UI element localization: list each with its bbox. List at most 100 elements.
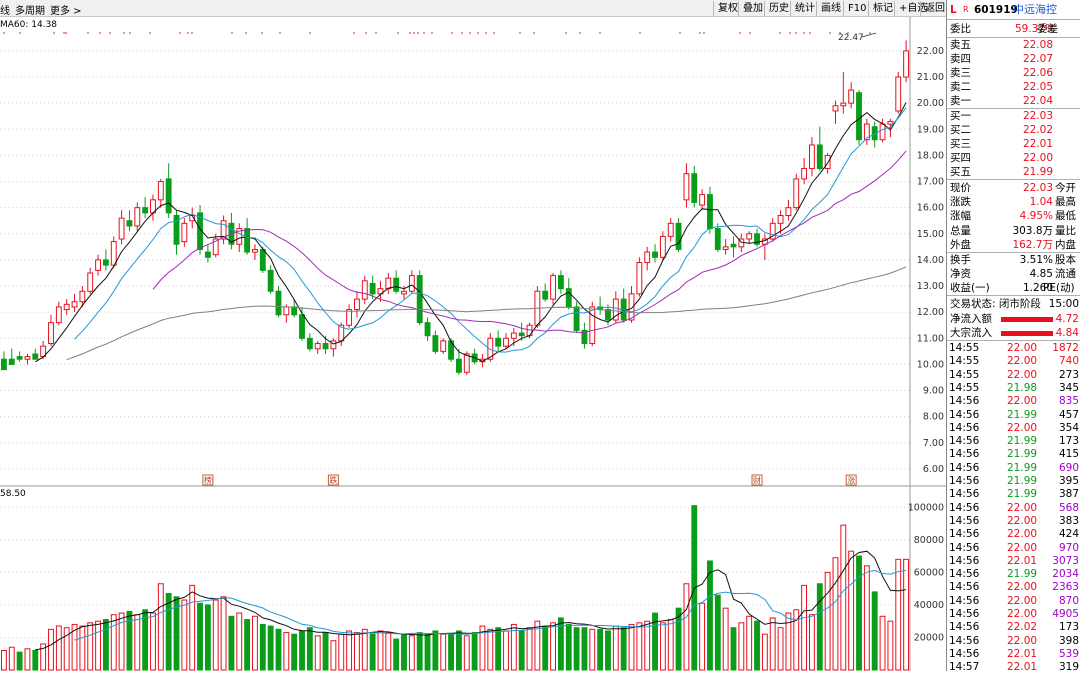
stock-name[interactable]: 中远海控 bbox=[1013, 3, 1057, 17]
volume-bar bbox=[322, 632, 329, 671]
volume-bar bbox=[401, 633, 407, 671]
volume-bar bbox=[644, 620, 651, 671]
candle-body bbox=[165, 178, 172, 214]
history-button[interactable]: 历史 bbox=[764, 1, 793, 16]
candle-body bbox=[259, 248, 266, 271]
volume-bar bbox=[314, 635, 321, 671]
tab-kline[interactable]: 线 bbox=[0, 2, 10, 17]
overlay-button[interactable]: 叠加 bbox=[738, 1, 767, 16]
event-dot bbox=[413, 32, 415, 34]
event-dot bbox=[679, 32, 681, 34]
tab-multi-period[interactable]: 多周期 bbox=[15, 2, 45, 17]
tick-row: 14:55 22.00 1872 bbox=[949, 342, 1079, 354]
volume-bar bbox=[463, 635, 470, 671]
volume-bar bbox=[134, 614, 141, 671]
event-dot bbox=[409, 32, 411, 34]
candle-body bbox=[848, 89, 855, 104]
ma60-label: MA60: 14.38 bbox=[0, 20, 58, 30]
candle-body bbox=[816, 144, 823, 169]
candle-body bbox=[879, 123, 886, 141]
volume-bar bbox=[330, 640, 337, 671]
volume-bar bbox=[816, 583, 823, 671]
candle-body bbox=[32, 353, 39, 360]
price-tick-label: 7.00 bbox=[923, 438, 944, 449]
price-tick-label: 18.00 bbox=[917, 150, 944, 161]
panel-title: L R 601919 中远海控 bbox=[947, 3, 1080, 17]
volume-bar bbox=[48, 628, 54, 671]
candle-body bbox=[644, 251, 651, 264]
flow-row: 净流入额 4.72 bbox=[950, 313, 1079, 325]
candle-body bbox=[785, 207, 792, 217]
volume-bar bbox=[197, 602, 203, 671]
event-marker-label: 财 bbox=[753, 475, 761, 485]
candle-body bbox=[306, 337, 313, 350]
volume-bar bbox=[754, 620, 760, 671]
ask-row: 卖一 22.04 bbox=[950, 95, 1053, 107]
tick-row: 14:56 22.01 3073 bbox=[949, 554, 1079, 567]
candle-body bbox=[809, 144, 815, 169]
volume-bar bbox=[181, 599, 188, 671]
candle-body bbox=[48, 322, 54, 345]
price-tick-label: 10.00 bbox=[917, 359, 944, 370]
tab-more[interactable]: 更多 > bbox=[50, 2, 82, 17]
volume-bar bbox=[581, 627, 588, 671]
volume-bar bbox=[550, 622, 556, 671]
event-markers: 榜跌财涨 bbox=[202, 474, 857, 486]
volume-bar bbox=[291, 633, 298, 671]
candle-body bbox=[667, 222, 674, 237]
volume-bar bbox=[385, 632, 392, 671]
f10-button[interactable]: F10 bbox=[843, 1, 870, 16]
candle-body bbox=[369, 282, 376, 295]
ask-row: 卖四 22.07 bbox=[950, 53, 1053, 65]
trade-status: 交易状态: 闭市阶段 15:00 bbox=[950, 298, 1079, 310]
volume-bar bbox=[299, 630, 305, 671]
volume-bar bbox=[150, 612, 156, 671]
volume-bar bbox=[777, 627, 784, 671]
candle-body bbox=[126, 220, 133, 227]
volume-bar bbox=[565, 623, 572, 671]
event-dot bbox=[599, 32, 601, 34]
volume-bar bbox=[236, 612, 243, 671]
candle-body bbox=[707, 194, 713, 230]
candle-body bbox=[903, 50, 910, 78]
volume-bar bbox=[856, 555, 862, 671]
candle-body bbox=[565, 288, 572, 308]
stat-row: 外盘 162.7万 内盘 bbox=[950, 238, 1076, 251]
candle-body bbox=[142, 207, 149, 214]
kline-chart[interactable]: 22.00 21.00 20.00 19.00 18.00 17.00 16.00 15.00… bbox=[0, 17, 946, 671]
volume-bar bbox=[801, 584, 808, 671]
event-dot bbox=[809, 32, 811, 34]
event-dot bbox=[639, 32, 641, 34]
candle-body bbox=[824, 154, 831, 169]
candle-body bbox=[659, 235, 666, 258]
event-dot bbox=[375, 32, 377, 34]
volume-tick-label: 100000 bbox=[908, 502, 944, 513]
flow-row: 大宗流入 4.84 bbox=[950, 327, 1079, 339]
volume-bar bbox=[393, 638, 400, 671]
event-dot bbox=[829, 32, 831, 34]
candle-body bbox=[801, 167, 808, 180]
back-button[interactable]: 返回 bbox=[920, 1, 949, 16]
event-dot bbox=[431, 32, 433, 34]
candle-body bbox=[346, 309, 353, 326]
volume-label: 58.50 bbox=[0, 489, 26, 499]
draw-line-button[interactable]: 画线 bbox=[816, 1, 845, 16]
candle-body bbox=[840, 102, 847, 107]
tick-row: 14:55 22.00 273 bbox=[949, 368, 1079, 381]
candle-body bbox=[636, 262, 643, 295]
candle-body bbox=[714, 228, 721, 250]
volume-bar bbox=[244, 619, 251, 671]
volume-bar bbox=[189, 584, 196, 671]
event-dot bbox=[803, 32, 805, 34]
quote-panel: L R 601919 中远海控 委比 59.37% 委差 卖五 22.08 卖四 22.0… bbox=[946, 0, 1080, 673]
volume-bar bbox=[416, 632, 423, 671]
price-tick-label: 14.00 bbox=[917, 255, 944, 266]
statistics-button[interactable]: 统计 bbox=[790, 1, 819, 16]
flow-bar bbox=[1001, 317, 1053, 322]
candle-body bbox=[652, 251, 658, 258]
candle-body bbox=[424, 322, 431, 337]
candle-body bbox=[267, 269, 274, 292]
event-dot bbox=[123, 32, 125, 34]
candle-body bbox=[432, 335, 439, 352]
mark-button[interactable]: 标记 bbox=[868, 1, 897, 16]
